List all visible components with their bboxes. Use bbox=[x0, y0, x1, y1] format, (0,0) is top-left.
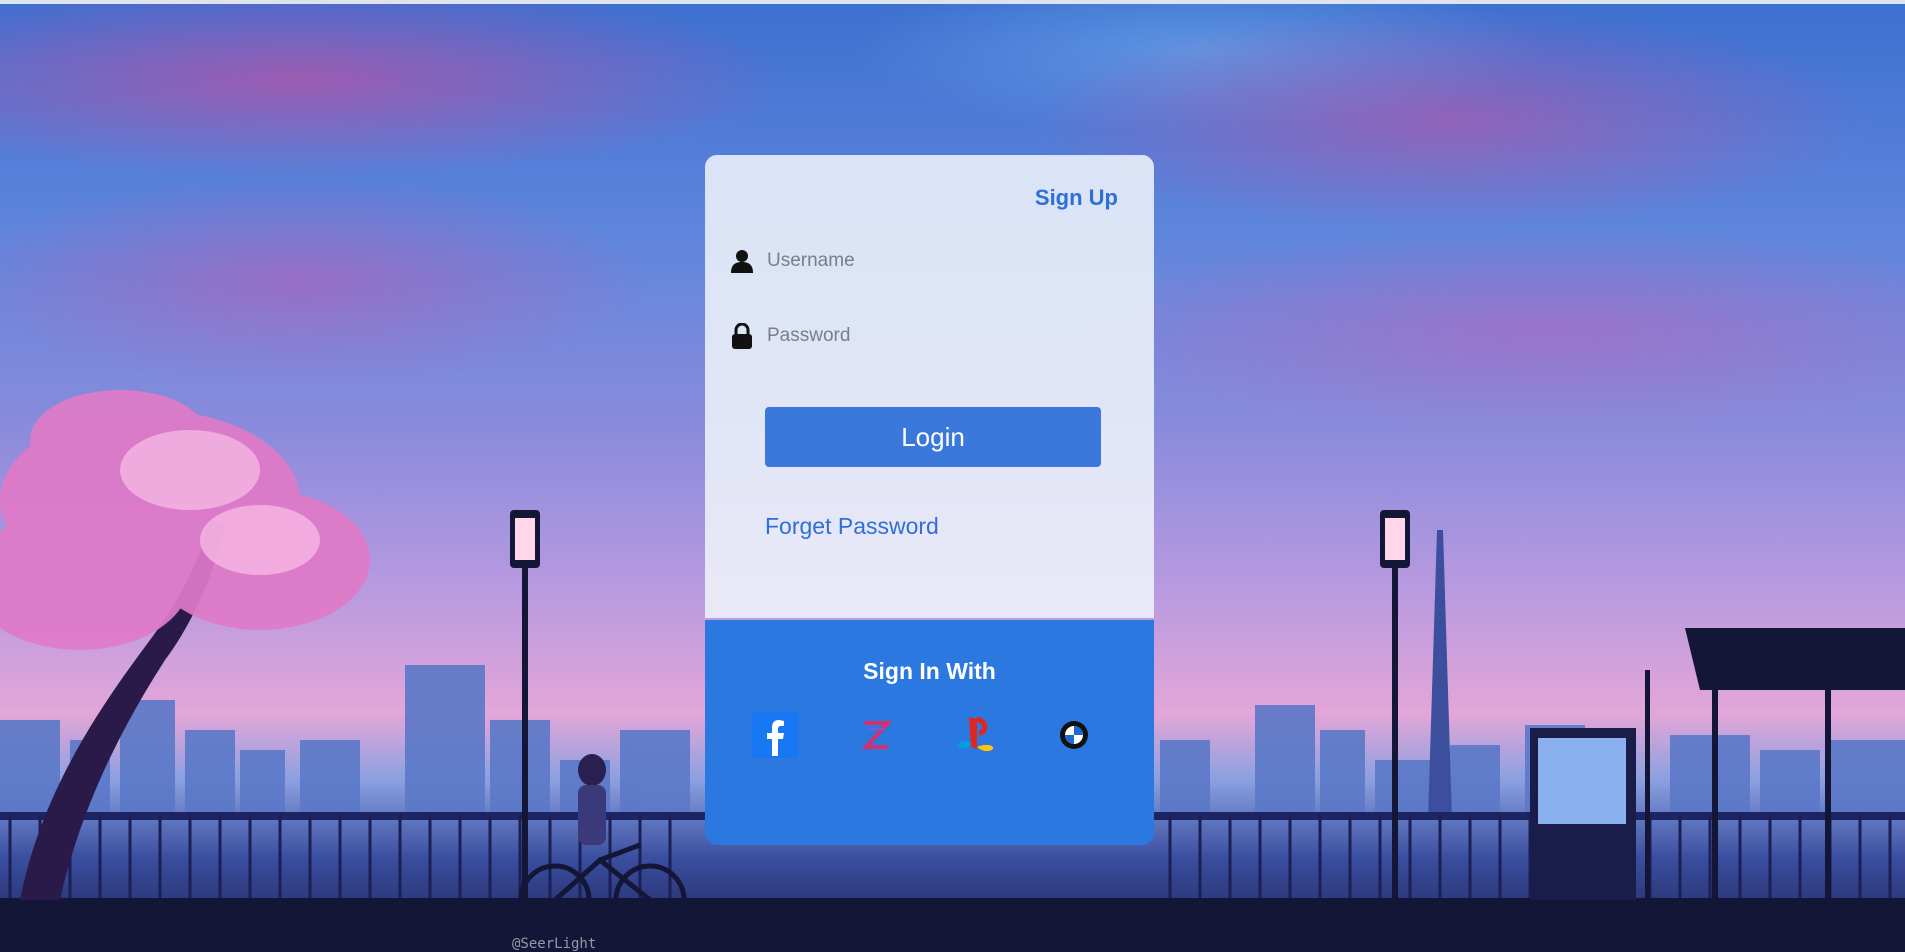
username-input[interactable] bbox=[765, 249, 1119, 273]
lock-icon bbox=[729, 323, 755, 349]
artist-credit: @SeerLight bbox=[512, 936, 597, 952]
lamp-post-left bbox=[510, 510, 540, 900]
social-title: Sign In With bbox=[863, 658, 996, 684]
password-field bbox=[729, 316, 1119, 356]
login-button[interactable]: Login bbox=[765, 407, 1101, 467]
ground bbox=[0, 898, 1905, 952]
sign-up-link[interactable]: Sign Up bbox=[1035, 185, 1118, 211]
bmw-icon[interactable] bbox=[1051, 712, 1097, 758]
playstation-icon[interactable] bbox=[952, 712, 998, 758]
username-field bbox=[729, 241, 1119, 281]
vending-machine bbox=[1530, 728, 1636, 900]
facebook-icon[interactable] bbox=[752, 712, 798, 758]
login-panel: Sign Up Login Forget Password bbox=[705, 155, 1154, 618]
user-icon bbox=[729, 248, 755, 274]
z-logo-icon[interactable] bbox=[853, 712, 899, 758]
tower bbox=[1428, 530, 1452, 820]
social-login-panel: Sign In With bbox=[705, 620, 1154, 845]
forget-password-link[interactable]: Forget Password bbox=[765, 513, 939, 540]
cherry-blossom bbox=[0, 390, 370, 650]
password-input[interactable] bbox=[765, 324, 1119, 348]
lamp-post-right bbox=[1380, 510, 1410, 900]
